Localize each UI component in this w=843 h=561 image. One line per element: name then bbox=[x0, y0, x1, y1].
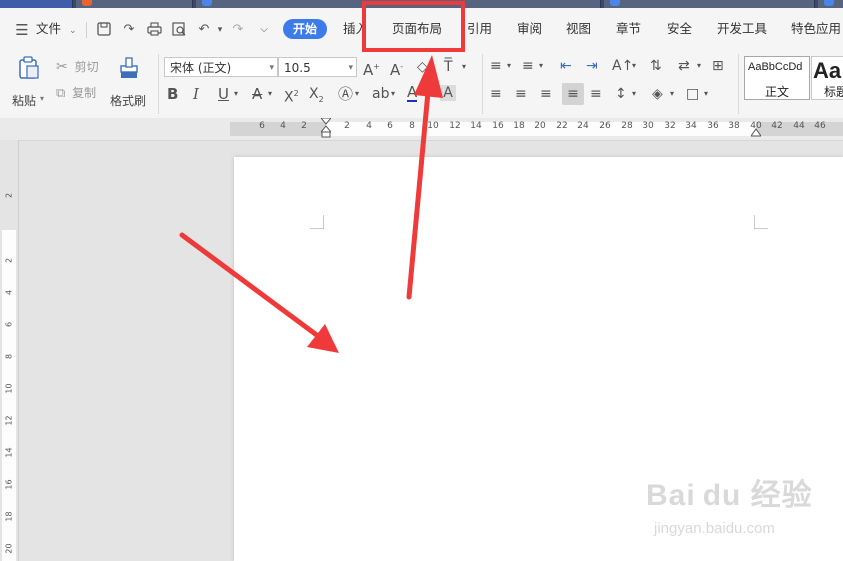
baidu-jingyan-watermark: Bai du 经验 jingyan.baidu.com bbox=[646, 470, 836, 550]
arrow-to-document-page bbox=[179, 232, 339, 353]
arrow-to-page-layout-tab bbox=[406, 55, 443, 300]
watermark-url: jingyan.baidu.com bbox=[654, 520, 775, 537]
watermark-logo: Bai du 经验 bbox=[646, 479, 813, 512]
